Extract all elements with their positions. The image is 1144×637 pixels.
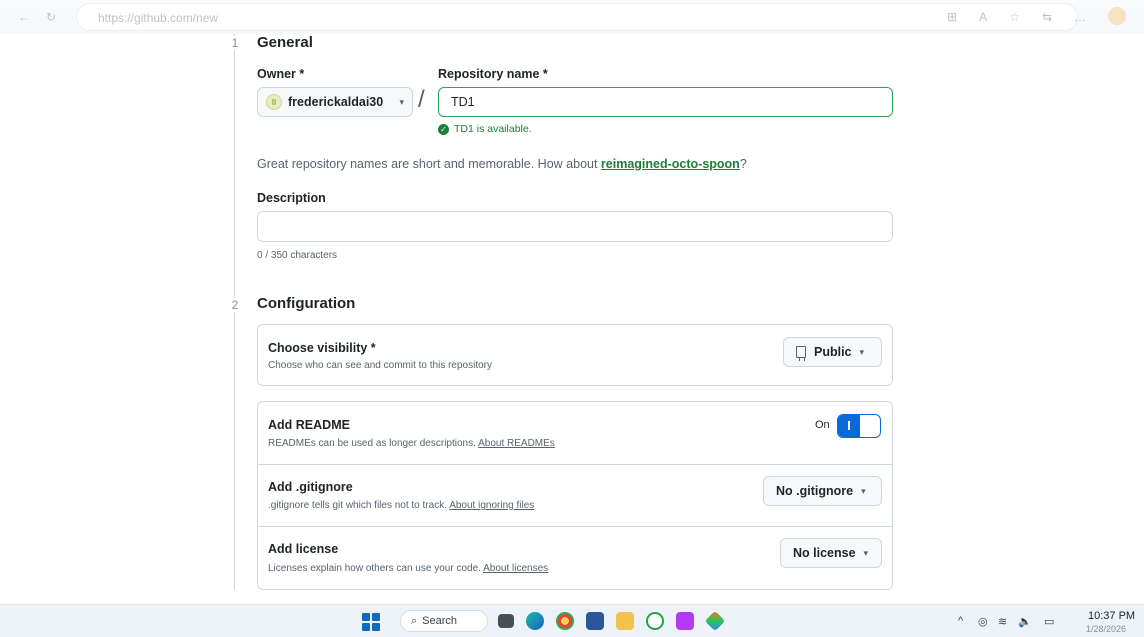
volume-icon[interactable]: 🔈 <box>1018 615 1032 628</box>
name-suggestion: Great repository names are short and mem… <box>257 157 747 171</box>
license-description: Licenses explain how others can use your… <box>268 563 548 574</box>
readme-description: READMEs can be used as longer descriptio… <box>268 438 555 449</box>
availability-message: ✓ TD1 is available. <box>438 123 532 135</box>
suggestion-suffix: ? <box>739 157 747 171</box>
owner-dropdown[interactable]: II frederickaldai30 ▾ <box>257 87 413 117</box>
address-bar[interactable] <box>76 3 1078 31</box>
owner-avatar: II <box>266 94 282 110</box>
step-rail <box>234 34 235 590</box>
battery-icon[interactable]: ▭ <box>1044 615 1054 628</box>
favorite-star-icon[interactable]: ☆ <box>1009 10 1020 25</box>
row-divider <box>258 464 892 465</box>
visibility-card: Choose visibility * Choose who can see a… <box>257 324 893 386</box>
browser-toolbar: ← ↻ https://github.com/new ⊞ A ☆ ⇆ … <box>0 0 1144 34</box>
read-aloud-icon[interactable]: A <box>979 10 987 25</box>
gitignore-desc-text: .gitignore tells git which files not to … <box>268 500 450 511</box>
taskbar-search[interactable]: ⌕ Search <box>400 610 488 632</box>
address-bar-url[interactable]: https://github.com/new <box>98 11 218 25</box>
app-icon[interactable] <box>704 610 726 632</box>
repository-options-card: Add README READMEs can be used as longer… <box>257 401 893 590</box>
readme-desc-text: READMEs can be used as longer descriptio… <box>268 438 479 449</box>
chevron-down-icon: ▾ <box>863 547 869 558</box>
task-view-icon[interactable] <box>498 614 514 628</box>
search-icon: ⌕ <box>411 614 418 627</box>
suggestion-prefix: Great repository names are short and mem… <box>257 157 601 171</box>
license-selected: No license <box>793 546 856 560</box>
repository-name-input[interactable] <box>438 87 893 117</box>
owner-label: Owner * <box>257 67 305 81</box>
description-label: Description <box>257 191 326 205</box>
visibility-title: Choose visibility * <box>268 341 376 355</box>
readme-title: Add README <box>268 418 350 432</box>
gitignore-dropdown[interactable]: No .gitignore ▾ <box>763 476 882 506</box>
browser-actions: ⊞ A ☆ ⇆ … <box>947 7 1126 25</box>
collections-icon[interactable]: ⇆ <box>1042 10 1052 25</box>
about-licenses-link[interactable]: About licenses <box>483 563 548 574</box>
availability-text: TD1 is available. <box>454 123 532 135</box>
reload-icon[interactable]: ↻ <box>46 10 56 24</box>
tray-app-icon[interactable]: ◎ <box>978 615 988 628</box>
about-ignoring-files-link[interactable]: About ignoring files <box>449 500 534 511</box>
owner-repo-separator: / <box>418 86 425 113</box>
suggested-name-link[interactable]: reimagined-octo-spoon <box>601 157 740 171</box>
chevron-down-icon: ▾ <box>861 485 866 496</box>
repo-icon <box>796 346 806 361</box>
visibility-description: Choose who can see and commit to this re… <box>268 360 492 371</box>
whatsapp-icon[interactable] <box>646 612 664 630</box>
tray-overflow-icon[interactable]: ^ <box>958 615 963 627</box>
gitignore-description: .gitignore tells git which files not to … <box>268 500 534 511</box>
taskbar-clock-time[interactable]: 10:37 PM <box>1088 610 1135 622</box>
repository-name-label: Repository name * <box>438 67 548 81</box>
about-readmes-link[interactable]: About READMEs <box>478 438 555 449</box>
row-divider <box>258 526 892 527</box>
taskbar-search-label: Search <box>422 615 458 627</box>
chevron-down-icon: ▾ <box>859 346 865 357</box>
section-title-general: General <box>257 34 313 51</box>
microsoft-store-icon[interactable] <box>586 612 604 630</box>
gitignore-selected: No .gitignore <box>776 484 854 498</box>
readme-toggle[interactable] <box>837 414 881 438</box>
license-dropdown[interactable]: No license ▾ <box>780 538 882 568</box>
edge-browser-icon[interactable] <box>526 612 544 630</box>
profile-avatar[interactable] <box>1108 7 1126 25</box>
description-input[interactable] <box>257 211 893 242</box>
taskbar-clock-date[interactable]: 1/28/2026 <box>1086 624 1126 634</box>
wifi-icon[interactable]: ≋ <box>998 615 1007 628</box>
readme-toggle-state: On <box>815 419 830 431</box>
step-number-configuration: 2 <box>227 298 243 312</box>
visibility-selected: Public <box>814 345 852 359</box>
back-icon[interactable]: ← <box>18 10 30 24</box>
gitignore-title: Add .gitignore <box>268 480 353 494</box>
split-view-icon[interactable]: ⊞ <box>947 10 957 25</box>
description-char-count: 0 / 350 characters <box>257 250 338 261</box>
license-desc-text: Licenses explain how others can use your… <box>268 563 484 574</box>
section-title-configuration: Configuration <box>257 295 356 312</box>
chevron-down-icon: ▾ <box>399 96 404 107</box>
license-title: Add license <box>268 542 339 556</box>
visibility-dropdown[interactable]: Public ▾ <box>783 337 882 367</box>
app-icon[interactable] <box>676 612 694 630</box>
owner-name: frederickaldai30 <box>288 95 384 109</box>
more-menu-icon[interactable]: … <box>1074 10 1086 25</box>
windows-start-icon[interactable] <box>362 613 380 631</box>
chrome-browser-icon[interactable] <box>556 612 574 630</box>
step-number-general: 1 <box>227 36 243 50</box>
check-circle-icon: ✓ <box>438 123 449 135</box>
file-explorer-icon[interactable] <box>616 612 634 630</box>
windows-taskbar: ⌕ Search ^ ◎ ≋ 🔈 ▭ 10:37 PM 1/28/2026 <box>0 604 1144 637</box>
toggle-on-icon <box>848 421 850 430</box>
